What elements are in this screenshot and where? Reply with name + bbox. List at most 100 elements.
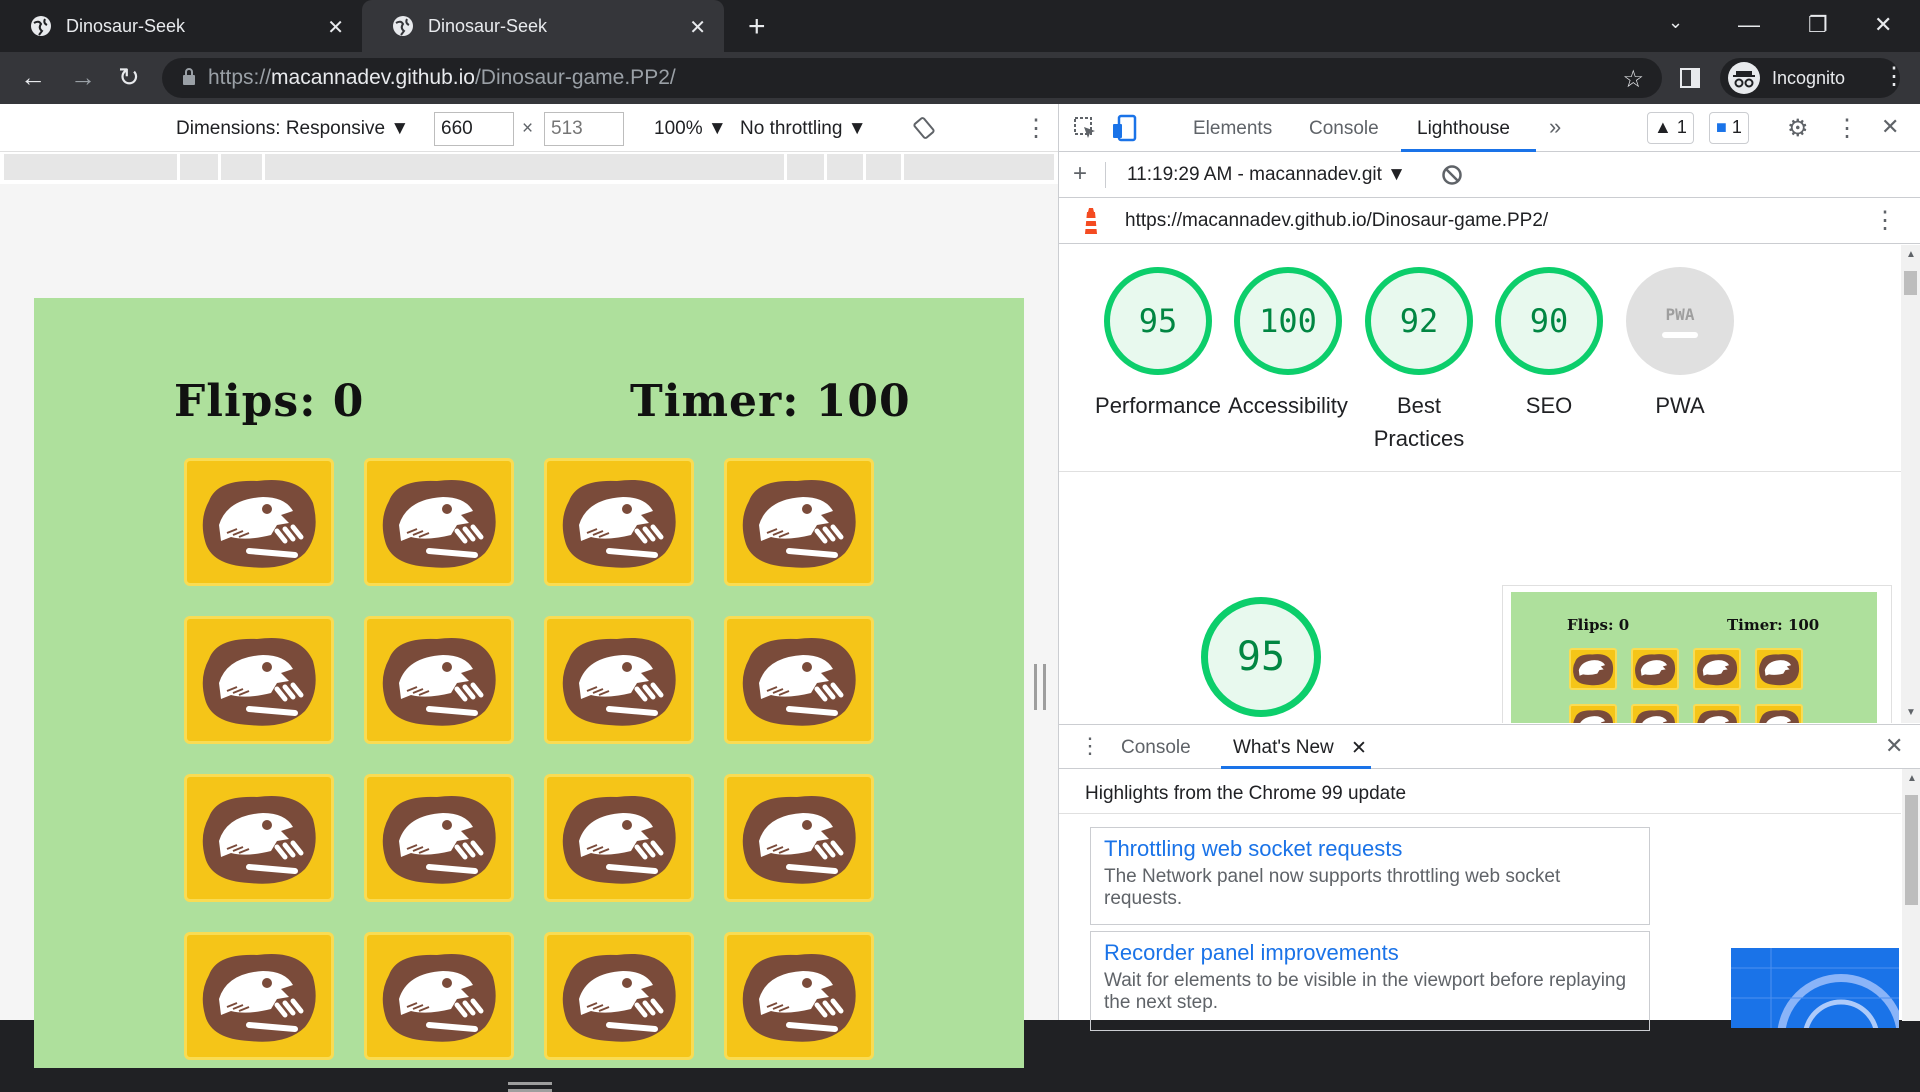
memory-card[interactable] xyxy=(184,458,334,586)
forward-arrow-icon[interactable]: → xyxy=(70,62,96,93)
divider xyxy=(1105,162,1106,188)
report-scrollbar[interactable]: ▲ ▼ xyxy=(1901,245,1920,723)
globe-icon xyxy=(31,16,51,36)
memory-card[interactable] xyxy=(184,616,334,744)
divider xyxy=(1059,471,1902,472)
device-toggle-icon[interactable] xyxy=(1111,114,1137,142)
memory-card[interactable] xyxy=(364,458,514,586)
url-path: /Dinosaur-game.PP2/ xyxy=(474,66,676,89)
customize-menu-icon[interactable]: ⋮ xyxy=(1835,114,1859,143)
more-tabs-icon[interactable]: » xyxy=(1549,114,1561,140)
fossil-dino-icon xyxy=(202,795,316,884)
news-card[interactable]: Throttling web socket requests The Netwo… xyxy=(1090,827,1650,925)
drawer-tab-console[interactable]: Console xyxy=(1121,737,1191,759)
height-input[interactable] xyxy=(544,112,624,146)
news-title[interactable]: Throttling web socket requests xyxy=(1104,836,1636,862)
memory-card[interactable] xyxy=(724,774,874,902)
close-tab-icon[interactable]: ✕ xyxy=(689,15,706,40)
score-label: Best Practices xyxy=(1373,393,1465,451)
memory-card[interactable] xyxy=(724,616,874,744)
memory-card[interactable] xyxy=(544,616,694,744)
reload-icon[interactable]: ↻ xyxy=(118,62,140,93)
report-menu-icon[interactable]: ⋮ xyxy=(1873,206,1897,235)
media-query-bar[interactable] xyxy=(4,154,1054,184)
thumb-card xyxy=(1755,704,1803,723)
device-toolbar-menu-icon[interactable]: ⋮ xyxy=(1024,114,1048,143)
close-window-icon[interactable]: ✕ xyxy=(1874,12,1892,38)
news-card[interactable]: Recorder panel improvements Wait for ele… xyxy=(1090,931,1650,1031)
rotate-icon[interactable] xyxy=(912,116,936,140)
drawer-scrollbar[interactable]: ▲ xyxy=(1902,769,1920,1021)
close-tab-icon[interactable]: ✕ xyxy=(327,15,344,40)
score-gauge-seo[interactable]: 90 SEO xyxy=(1474,267,1624,422)
report-url[interactable]: https://macannadev.github.io/Dinosaur-ga… xyxy=(1125,210,1548,232)
viewport-height-resizer[interactable] xyxy=(508,1082,552,1092)
settings-gear-icon[interactable]: ⚙ xyxy=(1787,114,1809,143)
score-gauge-performance[interactable]: 95 Performance xyxy=(1083,267,1233,422)
close-drawer-icon[interactable]: ✕ xyxy=(1885,733,1903,759)
close-drawer-tab-icon[interactable]: ✕ xyxy=(1351,737,1367,760)
browser-tab-active[interactable]: Dinosaur-Seek ✕ xyxy=(362,0,724,52)
tab-console[interactable]: Console xyxy=(1309,118,1379,140)
browser-tab[interactable]: Dinosaur-Seek ✕ xyxy=(0,0,362,52)
warnings-badge[interactable]: ▲ 1 xyxy=(1647,112,1694,144)
memory-card[interactable] xyxy=(724,932,874,1060)
memory-card[interactable] xyxy=(544,774,694,902)
tab-lighthouse[interactable]: Lighthouse xyxy=(1417,118,1510,140)
memory-card[interactable] xyxy=(364,774,514,902)
promo-image xyxy=(1731,948,1899,1028)
thumb-timer: Timer: 100 xyxy=(1727,616,1820,634)
close-devtools-icon[interactable]: ✕ xyxy=(1881,114,1899,140)
fossil-dino-icon xyxy=(562,479,676,568)
side-panel-icon[interactable] xyxy=(1680,68,1700,88)
new-report-plus-icon[interactable]: + xyxy=(1073,160,1087,188)
score-gauge-accessibility[interactable]: 100 Accessibility xyxy=(1213,267,1363,422)
memory-card[interactable] xyxy=(184,932,334,1060)
kebab-menu-icon[interactable]: ⋮ xyxy=(1882,62,1906,91)
memory-card[interactable] xyxy=(544,458,694,586)
score-gauge-best-practices[interactable]: 92 Best Practices xyxy=(1344,267,1494,455)
messages-badge[interactable]: ■ 1 xyxy=(1709,112,1749,144)
fossil-dino-icon xyxy=(742,953,856,1042)
viewport-width-resizer[interactable] xyxy=(1034,664,1046,710)
fossil-dino-icon xyxy=(382,637,496,726)
lighthouse-report: 95 Performance 100 Accessibility 92 Best… xyxy=(1059,245,1902,723)
restore-icon[interactable]: ❐ xyxy=(1808,12,1828,38)
score-label: SEO xyxy=(1525,393,1573,418)
back-arrow-icon[interactable]: ← xyxy=(20,62,46,93)
score-gauge-pwa[interactable]: PWA PWA xyxy=(1605,267,1755,422)
bookmark-star-icon[interactable]: ☆ xyxy=(1622,65,1644,94)
tab-elements[interactable]: Elements xyxy=(1193,118,1272,140)
emulation-stage: Flips: 0 Timer: 100 xyxy=(0,184,1058,1092)
fossil-dino-icon xyxy=(562,953,676,1042)
memory-card[interactable] xyxy=(544,932,694,1060)
performance-score-large: 95 xyxy=(1201,597,1321,717)
drawer-menu-icon[interactable]: ⋮ xyxy=(1079,733,1101,759)
inspect-element-icon[interactable] xyxy=(1073,116,1097,140)
score-value: 90 xyxy=(1495,267,1603,375)
devtools-panel: Elements Console Lighthouse » ▲ 1 ■ 1 ⚙ … xyxy=(1058,104,1920,1031)
drawer-tab-whats-new[interactable]: What's New xyxy=(1233,737,1334,759)
clear-reports-icon[interactable] xyxy=(1441,164,1463,186)
tab-search-icon[interactable]: ⌄ xyxy=(1668,12,1683,33)
news-title[interactable]: Recorder panel improvements xyxy=(1104,940,1636,966)
thumb-card xyxy=(1755,648,1803,690)
score-label: Performance xyxy=(1095,393,1221,418)
incognito-profile-button[interactable]: Incognito xyxy=(1720,58,1900,98)
memory-card[interactable] xyxy=(724,458,874,586)
thumb-card xyxy=(1569,704,1617,723)
new-tab-icon[interactable]: + xyxy=(748,10,766,44)
width-input[interactable] xyxy=(434,112,514,146)
memory-card[interactable] xyxy=(364,616,514,744)
thumb-card xyxy=(1631,648,1679,690)
news-description: Wait for elements to be visible in the v… xyxy=(1104,970,1627,1013)
zoom-select[interactable]: 100% ▼ xyxy=(654,118,727,140)
report-selector[interactable]: 11:19:29 AM - macannadev.git ▼ xyxy=(1127,164,1406,186)
devtools-tabbar: Elements Console Lighthouse » ▲ 1 ■ 1 ⚙ … xyxy=(1059,104,1920,152)
memory-card[interactable] xyxy=(184,774,334,902)
dimensions-select[interactable]: Dimensions: Responsive ▼ xyxy=(176,118,409,140)
address-bar[interactable]: https://macannadev.github.io/Dinosaur-ga… xyxy=(162,58,1662,98)
throttling-select[interactable]: No throttling ▼ xyxy=(740,118,867,140)
memory-card[interactable] xyxy=(364,932,514,1060)
minimize-icon[interactable]: — xyxy=(1738,12,1760,38)
